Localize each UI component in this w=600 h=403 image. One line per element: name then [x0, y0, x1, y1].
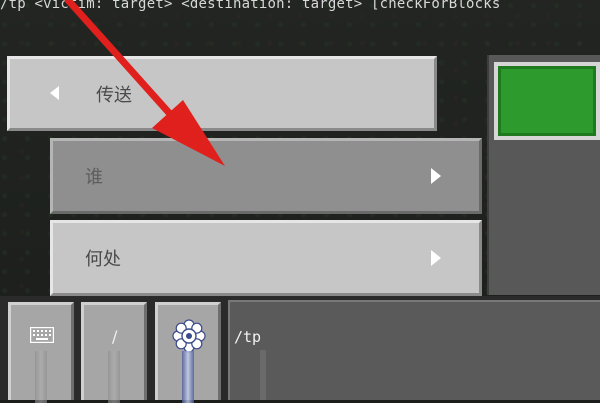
button-stripe [108, 351, 120, 403]
keyboard-icon [30, 327, 54, 343]
gear-icon [172, 319, 206, 353]
keyboard-button[interactable] [8, 302, 74, 403]
confirm-button[interactable] [494, 62, 600, 140]
chevron-right-icon [431, 250, 441, 266]
command-syntax-hint: /tp <victim: target> <destination: targe… [0, 0, 501, 12]
settings-button[interactable] [155, 302, 221, 403]
chevron-right-icon [431, 168, 441, 184]
slash-button[interactable]: / [81, 302, 147, 403]
option-where-button[interactable]: 何处 [50, 220, 482, 296]
back-chevron-icon [50, 86, 59, 100]
back-button-label: 传送 [96, 84, 132, 106]
option-who-button[interactable]: 谁 [50, 138, 482, 214]
back-button[interactable]: 传送 [7, 56, 437, 131]
slash-icon: / [112, 327, 118, 346]
button-stripe [35, 351, 47, 403]
button-stripe [182, 351, 194, 403]
option-where-label: 何处 [85, 249, 121, 270]
input-shadow [260, 350, 266, 400]
chat-input[interactable]: /tp [228, 300, 600, 400]
chat-input-value: /tp [234, 328, 262, 346]
option-who-label: 谁 [85, 167, 103, 188]
